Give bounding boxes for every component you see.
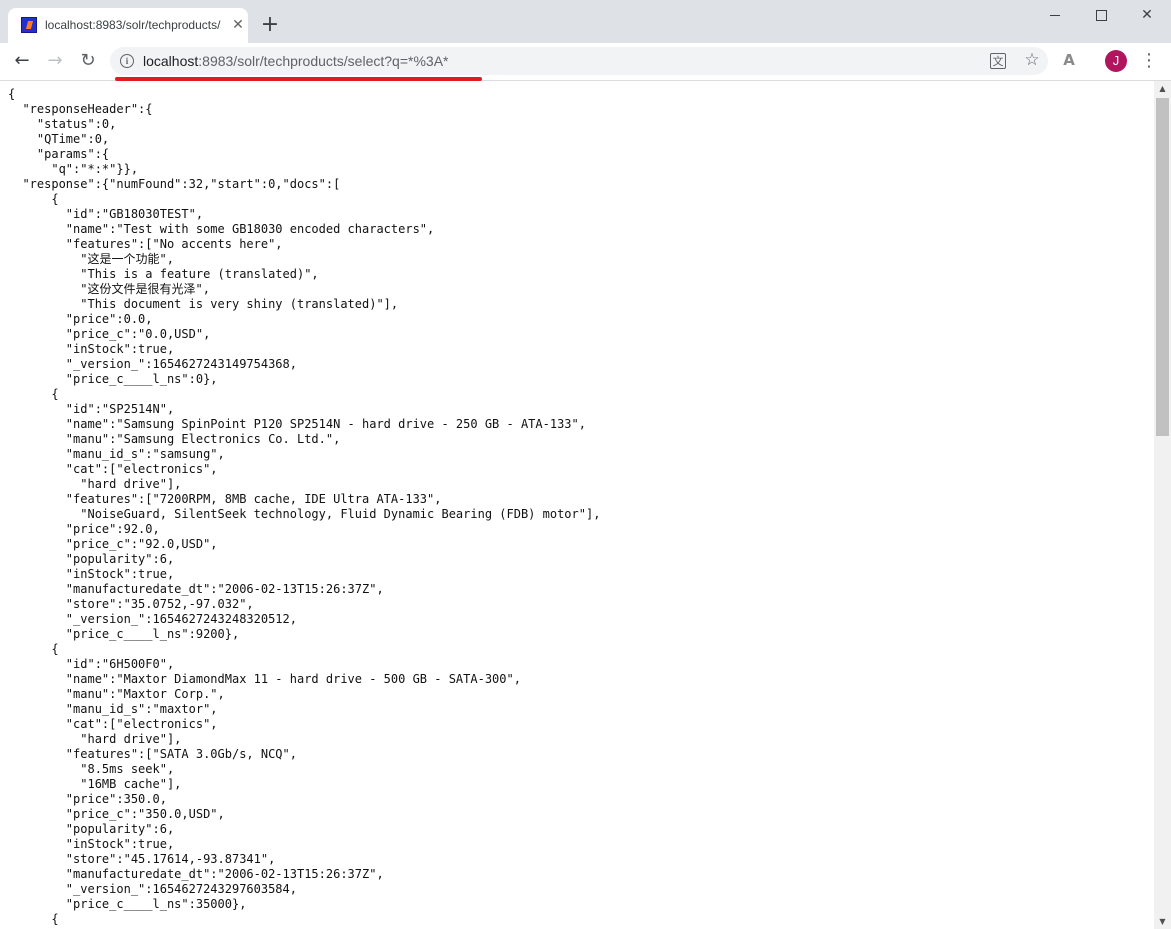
json-line: "16MB cache"], (8, 777, 182, 791)
browser-toolbar: ← → ↻ i localhost:8983/solr/techproducts… (0, 43, 1171, 81)
json-line: { (8, 387, 59, 401)
json-line: "manu":"Samsung Electronics Co. Ltd.", (8, 432, 341, 446)
back-button[interactable]: ← (10, 49, 34, 73)
tab-close-icon[interactable]: ✕ (230, 17, 246, 33)
json-line: "price_c":"350.0,USD", (8, 807, 225, 821)
scroll-thumb[interactable] (1156, 98, 1169, 436)
json-line: "name":"Maxtor DiamondMax 11 - hard driv… (8, 672, 521, 686)
page-content: { "responseHeader":{ "status":0, "QTime"… (0, 81, 1154, 929)
translate-icon[interactable]: 文 (990, 53, 1006, 69)
browser-tab[interactable]: localhost:8983/solr/techproducts/select … (8, 8, 248, 43)
minimize-window-button[interactable] (1032, 0, 1078, 30)
json-line: "price_c":"0.0,USD", (8, 327, 211, 341)
json-line: "params":{ (8, 147, 110, 161)
json-line: "price":0.0, (8, 312, 153, 326)
json-line: "inStock":true, (8, 837, 175, 851)
scroll-down-arrow-icon[interactable]: ▼ (1154, 914, 1171, 929)
new-tab-button[interactable]: + (259, 14, 281, 36)
json-line: "inStock":true, (8, 342, 175, 356)
scroll-up-arrow-icon[interactable]: ▲ (1154, 81, 1171, 96)
json-response: { "responseHeader":{ "status":0, "QTime"… (8, 87, 600, 927)
json-line: "popularity":6, (8, 552, 175, 566)
json-line: "price":350.0, (8, 792, 167, 806)
json-line: { (8, 87, 16, 101)
json-line: "_version_":1654627243248320512, (8, 612, 297, 626)
json-line: "response":{"numFound":32,"start":0,"doc… (8, 177, 341, 191)
json-line: "price_c":"92.0,USD", (8, 537, 218, 551)
json-line: "这份文件是很有光泽", (8, 282, 210, 296)
address-bar[interactable]: i localhost:8983/solr/techproducts/selec… (110, 47, 1048, 75)
url-text[interactable]: localhost:8983/solr/techproducts/select?… (143, 53, 448, 69)
json-line: { (8, 912, 59, 926)
forward-button[interactable]: → (43, 49, 67, 73)
profile-avatar[interactable]: J (1105, 50, 1127, 72)
json-line: "hard drive"], (8, 477, 182, 491)
json-line: "responseHeader":{ (8, 102, 153, 116)
json-line: "inStock":true, (8, 567, 175, 581)
json-line: "This document is very shiny (translated… (8, 297, 399, 311)
tab-strip: localhost:8983/solr/techproducts/select … (0, 0, 1171, 43)
json-line: "store":"45.17614,-93.87341", (8, 852, 276, 866)
reload-button[interactable]: ↻ (76, 49, 100, 73)
vertical-scrollbar[interactable]: ▲ ▼ (1154, 81, 1171, 929)
json-line: { (8, 192, 59, 206)
json-line: "8.5ms seek", (8, 762, 175, 776)
json-line: "popularity":6, (8, 822, 175, 836)
json-line: "_version_":1654627243297603584, (8, 882, 297, 896)
json-line: "This is a feature (translated)", (8, 267, 319, 281)
json-line: "hard drive"], (8, 732, 182, 746)
json-line: "store":"35.0752,-97.032", (8, 597, 254, 611)
json-line: "这是一个功能", (8, 252, 174, 266)
json-line: "price_c____l_ns":0}, (8, 372, 218, 386)
json-line: "manu_id_s":"samsung", (8, 447, 225, 461)
json-line: "cat":["electronics", (8, 462, 218, 476)
json-line: "name":"Test with some GB18030 encoded c… (8, 222, 435, 236)
solr-favicon-icon (21, 17, 37, 33)
json-line: "_version_":1654627243149754368, (8, 357, 297, 371)
site-info-icon[interactable]: i (120, 54, 134, 68)
json-line: "id":"SP2514N", (8, 402, 175, 416)
json-line: "price_c____l_ns":9200}, (8, 627, 240, 641)
browser-menu-icon[interactable]: ⋮ (1140, 50, 1158, 72)
json-line: "cat":["electronics", (8, 717, 218, 731)
json-line: "id":"GB18030TEST", (8, 207, 204, 221)
json-line: "manufacturedate_dt":"2006-02-13T15:26:3… (8, 582, 384, 596)
json-line: "manufacturedate_dt":"2006-02-13T15:26:3… (8, 867, 384, 881)
json-line: "QTime":0, (8, 132, 110, 146)
json-line: "features":["7200RPM, 8MB cache, IDE Ult… (8, 492, 442, 506)
json-line: "features":["SATA 3.0Gb/s, NCQ", (8, 747, 297, 761)
json-line: "q":"*:*"}}, (8, 162, 139, 176)
json-line: "price_c____l_ns":35000}, (8, 897, 247, 911)
json-line: "features":["No accents here", (8, 237, 283, 251)
url-host: localhost (143, 53, 199, 69)
json-line: "manu_id_s":"maxtor", (8, 702, 218, 716)
bookmark-star-icon[interactable]: ☆ (1022, 50, 1042, 70)
json-line: "manu":"Maxtor Corp.", (8, 687, 225, 701)
json-line: "NoiseGuard, SilentSeek technology, Flui… (8, 507, 601, 521)
json-line: "status":0, (8, 117, 117, 131)
tab-title: localhost:8983/solr/techproducts/select (45, 18, 221, 32)
acrobat-extension-icon[interactable]: A (1060, 51, 1078, 69)
maximize-window-button[interactable] (1078, 0, 1124, 30)
json-line: { (8, 642, 59, 656)
url-path: :8983/solr/techproducts/select?q=*%3A* (198, 53, 449, 69)
json-line: "price":92.0, (8, 522, 160, 536)
close-window-button[interactable]: ✕ (1124, 0, 1170, 30)
json-line: "id":"6H500F0", (8, 657, 175, 671)
json-line: "name":"Samsung SpinPoint P120 SP2514N -… (8, 417, 586, 431)
